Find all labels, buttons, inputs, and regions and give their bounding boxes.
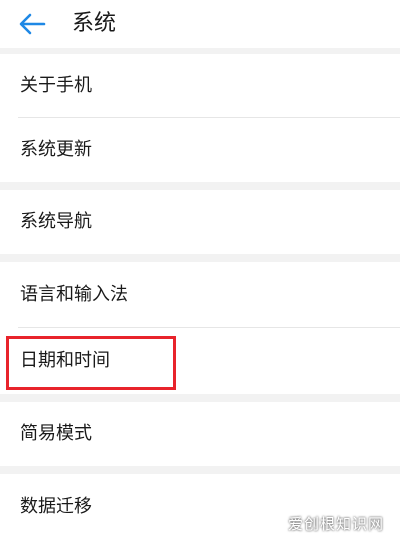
menu-item-label: 数据迁移 [20, 496, 92, 517]
menu-item-label: 语言和输入法 [20, 284, 128, 305]
menu-item-label: 简易模式 [20, 423, 92, 444]
menu-item-language-input[interactable]: 语言和输入法 [0, 262, 400, 328]
section-gap [0, 466, 400, 474]
section-gap [0, 254, 400, 262]
section-gap [0, 394, 400, 402]
arrow-left-icon [19, 13, 46, 35]
menu-item-system-update[interactable]: 系统更新 [0, 118, 400, 182]
menu-item-label: 日期和时间 [20, 350, 110, 371]
section-gap [0, 182, 400, 190]
menu-item-date-time[interactable]: 日期和时间 [0, 328, 400, 394]
back-button[interactable] [12, 6, 52, 42]
top-app-bar: 系统 [0, 0, 400, 48]
page-title: 系统 [72, 11, 117, 36]
watermark: 爱创根知识网 [287, 515, 384, 533]
menu-item-about-phone[interactable]: 关于手机 [0, 54, 400, 118]
menu-item-simple-mode[interactable]: 简易模式 [0, 402, 400, 466]
menu-item-label: 系统更新 [20, 139, 92, 160]
menu-item-label: 关于手机 [20, 75, 92, 96]
menu-item-system-navigation[interactable]: 系统导航 [0, 190, 400, 254]
menu-item-label: 系统导航 [20, 211, 92, 232]
